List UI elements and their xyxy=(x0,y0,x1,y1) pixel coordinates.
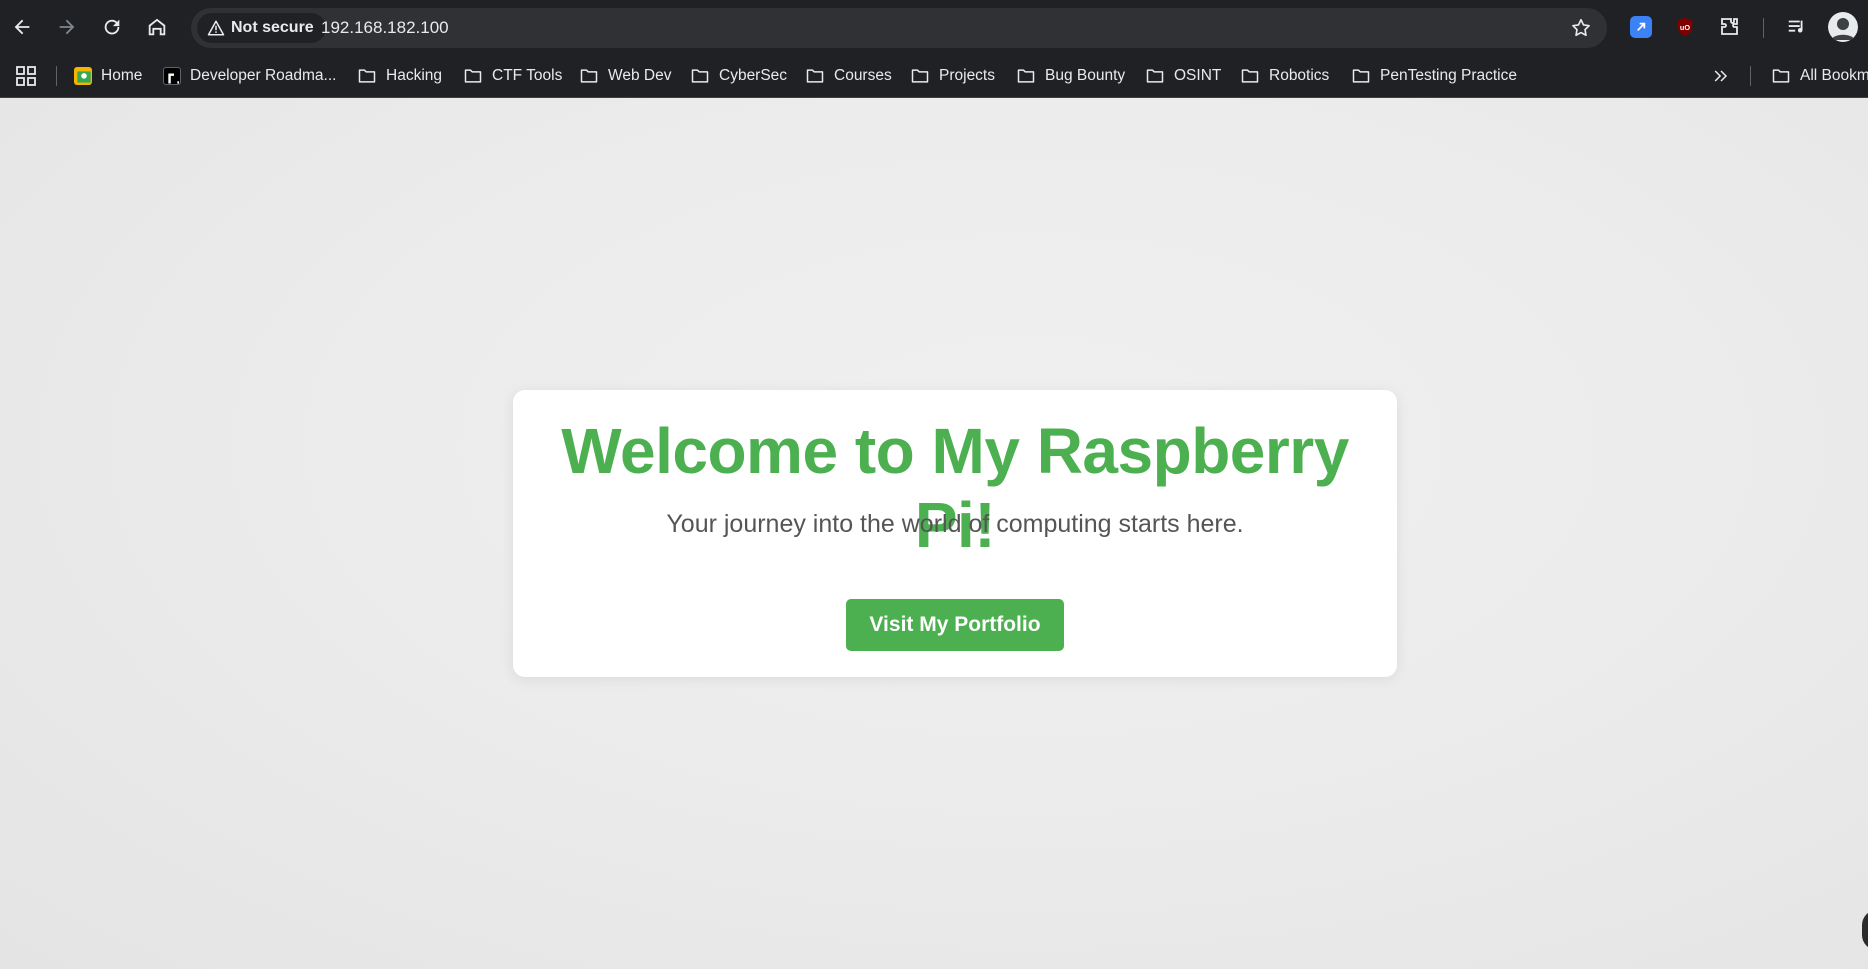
back-button[interactable] xyxy=(3,8,41,46)
back-arrow-icon xyxy=(14,19,30,35)
security-indicator[interactable]: Not secure xyxy=(197,13,326,43)
bookmark-label: Projects xyxy=(939,67,995,84)
folder-icon xyxy=(1017,69,1035,83)
folder-icon xyxy=(580,69,598,83)
bookmark-label: Developer Roadma... xyxy=(190,67,337,84)
reading-list-icon[interactable] xyxy=(1783,13,1811,41)
bookmark-label: PenTesting Practice xyxy=(1380,67,1517,84)
roadmap-favicon xyxy=(163,67,181,85)
folder-icon xyxy=(911,69,929,83)
folder-icon xyxy=(1352,69,1370,83)
bookmark-folder-hacking[interactable]: Hacking xyxy=(357,62,442,90)
bookmark-folder-ctf-tools[interactable]: CTF Tools xyxy=(463,62,562,90)
bookmark-folder-projects[interactable]: Projects xyxy=(910,62,995,90)
folder-icon xyxy=(691,69,709,83)
bookmark-folder-robotics[interactable]: Robotics xyxy=(1240,62,1329,90)
bookmark-folder-osint[interactable]: OSINT xyxy=(1145,62,1221,90)
bookmarks-divider xyxy=(1750,66,1751,86)
folder-icon xyxy=(1772,69,1790,83)
toolbar-divider xyxy=(1763,18,1764,38)
bookmark-star-button[interactable] xyxy=(1567,14,1595,42)
bookmark-folder-bug-bounty[interactable]: Bug Bounty xyxy=(1016,62,1125,90)
bookmarks-bar: Home Developer Roadma... Hacking CTF Too… xyxy=(0,54,1868,98)
welcome-card: Welcome to My Raspberry Pi! Your journey… xyxy=(513,390,1397,677)
bookmark-folder-courses[interactable]: Courses xyxy=(805,62,892,90)
bookmark-developer-roadmap[interactable]: Developer Roadma... xyxy=(163,62,336,90)
bookmark-label: CTF Tools xyxy=(492,67,563,84)
profile-avatar[interactable] xyxy=(1828,12,1858,42)
all-bookmarks-folder[interactable]: All Bookmarks xyxy=(1771,62,1868,90)
home-button[interactable] xyxy=(138,8,176,46)
bookmark-label: All Bookmarks xyxy=(1800,67,1868,84)
bookmark-label: OSINT xyxy=(1174,67,1222,84)
security-label: Not secure xyxy=(231,19,314,36)
folder-icon xyxy=(806,69,824,83)
bookmark-folder-web-dev[interactable]: Web Dev xyxy=(579,62,671,90)
ublock-origin-icon[interactable]: uO xyxy=(1674,16,1696,38)
extensions-puzzle-icon[interactable] xyxy=(1716,13,1744,41)
reload-button[interactable] xyxy=(93,8,131,46)
folder-icon xyxy=(464,69,482,83)
bookmark-label: Courses xyxy=(834,67,892,84)
bookmark-label: Web Dev xyxy=(608,67,672,84)
bookmark-label: CyberSec xyxy=(719,67,788,84)
bookmarks-overflow-button[interactable] xyxy=(1711,62,1731,90)
page-tagline: Your journey into the world of computing… xyxy=(666,510,1244,538)
bookmarks-divider xyxy=(56,66,57,86)
visit-portfolio-button[interactable]: Visit My Portfolio xyxy=(846,599,1064,651)
apps-grid-icon[interactable] xyxy=(14,64,38,88)
warning-triangle-icon xyxy=(207,20,225,36)
floating-widget[interactable] xyxy=(1862,910,1868,950)
address-bar[interactable]: Not secure 192.168.182.100 xyxy=(191,8,1607,48)
forward-arrow-icon xyxy=(59,19,75,35)
folder-icon xyxy=(1241,69,1259,83)
bookmark-label: Hacking xyxy=(386,67,442,84)
folder-icon xyxy=(358,69,376,83)
svg-text:uO: uO xyxy=(1680,23,1690,32)
bookmark-label: Bug Bounty xyxy=(1045,67,1126,84)
reload-icon xyxy=(104,19,120,35)
home-favicon xyxy=(74,67,92,85)
page-title: Welcome to My Raspberry Pi! xyxy=(561,415,1349,561)
bookmark-label: Home xyxy=(101,67,143,84)
home-icon xyxy=(148,18,166,36)
star-icon xyxy=(1572,18,1590,37)
bookmark-home[interactable]: Home xyxy=(74,62,142,90)
bookmark-folder-pentesting-practice[interactable]: PenTesting Practice xyxy=(1351,62,1517,90)
extension-arrow-icon[interactable] xyxy=(1630,16,1652,38)
folder-icon xyxy=(1146,69,1164,83)
forward-button[interactable] xyxy=(48,8,86,46)
bookmark-folder-cybersec[interactable]: CyberSec xyxy=(690,62,787,90)
bookmark-label: Robotics xyxy=(1269,67,1330,84)
url-text[interactable]: 192.168.182.100 xyxy=(321,8,449,48)
browser-toolbar: Not secure 192.168.182.100 uO xyxy=(0,0,1868,54)
page-viewport: Welcome to My Raspberry Pi! Your journey… xyxy=(0,98,1868,969)
chevron-double-right-icon xyxy=(1714,70,1728,82)
